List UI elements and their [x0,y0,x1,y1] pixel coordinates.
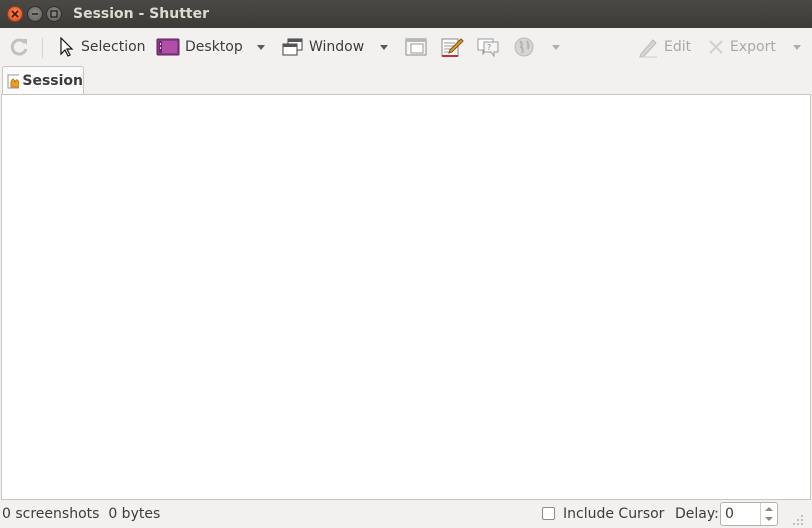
total-size: 0 bytes [108,506,161,522]
desktop-label: Desktop [185,39,243,55]
export-dropdown-arrow[interactable] [793,45,801,50]
export-button[interactable]: Export [707,28,776,66]
maximize-window-button[interactable] [46,6,62,22]
tooltip-capture-button[interactable] [441,28,465,66]
web-capture-icon: ? [477,38,499,58]
screenshot-count-status: 0 screenshots 0 bytes [2,506,160,522]
window-label: Window [309,39,365,55]
include-cursor-checkbox[interactable] [542,507,555,520]
tab-bar: Session [0,66,812,94]
svg-text:?: ? [487,43,491,52]
toolbar-separator [42,38,43,58]
tooltip-capture-icon [441,38,464,57]
window-title: Session - Shutter [73,6,209,22]
tab-session[interactable]: Session [2,66,84,94]
desktop-icon [156,38,180,56]
delay-label: Delay: [675,506,719,522]
window-dropdown-arrow[interactable] [380,45,388,50]
maximize-icon [50,10,58,18]
close-icon [11,10,19,18]
delay-input[interactable] [725,505,761,523]
resize-grip-icon[interactable] [790,512,804,526]
selection-label: Selection [81,39,146,55]
edit-label: Edit [664,39,692,55]
desktop-dropdown-arrow[interactable] [257,45,265,50]
cursor-arrow-icon [60,37,74,57]
toolbar: Selection Desktop Window ? Edit Export [0,28,812,66]
menu-capture-icon [405,38,427,56]
decrement-icon[interactable] [765,517,773,521]
web-button[interactable] [512,28,536,66]
editor-icon [639,39,657,58]
delay-stepper[interactable] [760,503,777,525]
globe-icon [514,37,534,57]
session-icon [7,74,20,88]
screenshot-count: 0 screenshots [2,506,100,522]
status-bar: 0 screenshots 0 bytes Include Cursor Del… [0,500,812,528]
minimize-window-button[interactable] [27,6,43,22]
include-cursor-label[interactable]: Include Cursor [563,506,664,522]
window-icon [282,38,303,56]
close-window-button[interactable] [7,6,23,22]
export-icon [709,40,723,54]
desktop-button[interactable]: Desktop [156,28,243,66]
window-button[interactable]: Window [282,28,364,66]
web-dropdown-arrow[interactable] [552,45,560,50]
increment-icon[interactable] [765,507,773,511]
minimize-icon [32,13,38,15]
title-bar: Session - Shutter [0,0,812,28]
web-capture-button[interactable]: ? [476,28,500,66]
refresh-button[interactable] [8,28,30,66]
refresh-icon [10,38,28,56]
tab-session-label: Session [22,72,83,89]
selection-button[interactable]: Selection [58,28,146,66]
delay-spinner[interactable] [720,502,778,526]
edit-button[interactable]: Edit [637,28,691,66]
menu-capture-button[interactable] [405,28,427,66]
export-label: Export [730,39,776,55]
session-view[interactable] [1,94,811,500]
